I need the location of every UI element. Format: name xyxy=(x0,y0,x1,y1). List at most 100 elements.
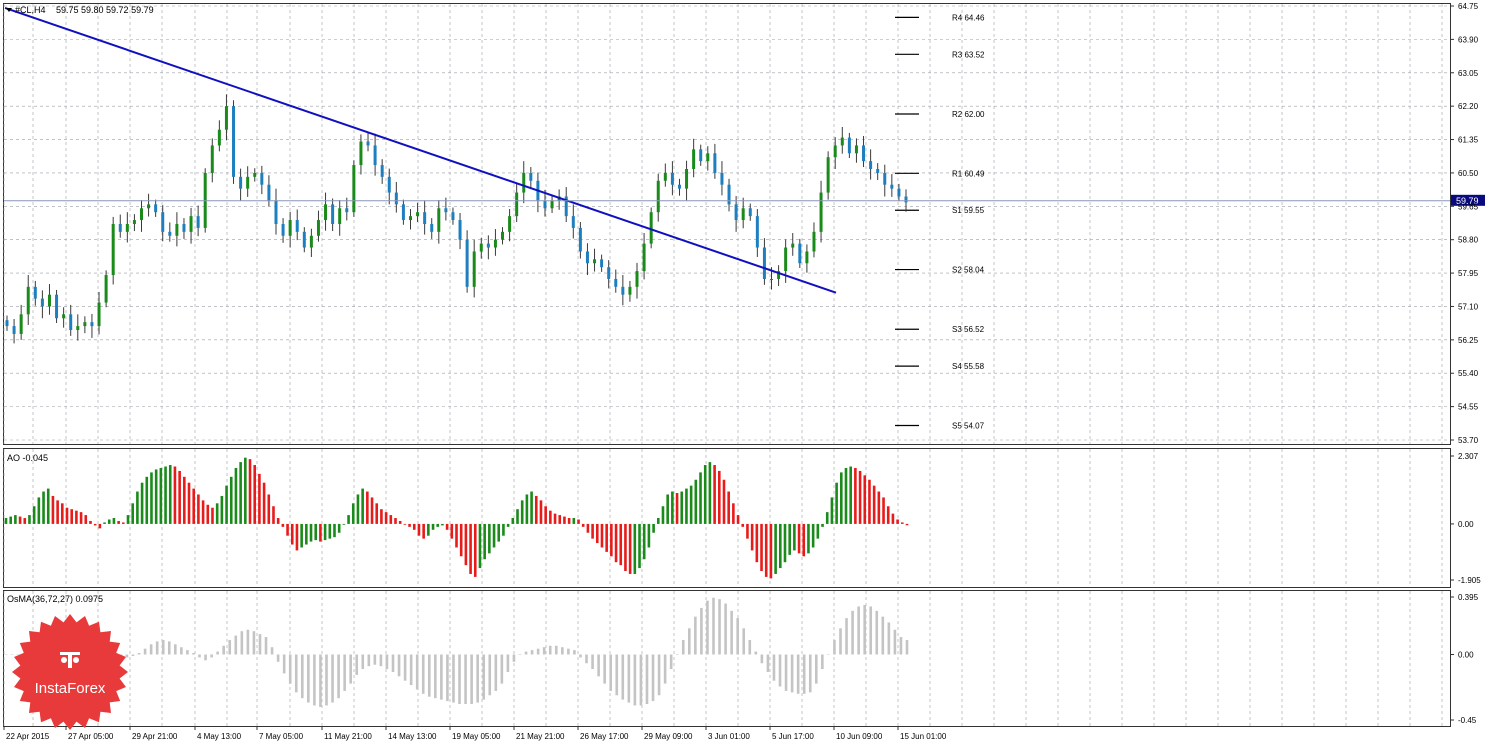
ao-bar-up xyxy=(516,509,519,524)
candle-bear xyxy=(847,137,851,154)
osma-bar xyxy=(367,654,371,667)
candle-bull xyxy=(635,271,639,287)
osma-bar xyxy=(633,654,637,706)
osma-bar xyxy=(228,639,232,655)
candle-bear xyxy=(154,204,158,213)
ao-bar-down xyxy=(586,523,590,533)
ao-bar-up xyxy=(333,523,336,538)
ao-bar-up xyxy=(661,506,665,524)
ao-bar-up xyxy=(239,462,242,524)
osma-bar xyxy=(802,654,806,694)
osma-bar xyxy=(434,654,437,699)
ao-bar-down xyxy=(736,515,740,524)
candle-bull xyxy=(83,322,87,327)
candle-bear xyxy=(33,286,37,299)
osma-bar xyxy=(742,628,746,655)
ao-bar-up xyxy=(699,472,702,524)
candle-bull xyxy=(819,192,823,232)
ao-bar-up xyxy=(778,523,782,569)
ao-bar-down xyxy=(51,495,55,524)
ao-bar-down xyxy=(183,476,186,524)
osma-bar xyxy=(4,654,8,655)
ao-bar-up xyxy=(309,523,313,542)
osma-bar xyxy=(694,616,697,655)
ao-bar-up xyxy=(131,503,135,524)
osma-bar xyxy=(857,606,860,655)
price-tick-label: 60.50 xyxy=(1458,169,1479,178)
candle-bear xyxy=(458,220,462,240)
candle-bull xyxy=(550,200,554,209)
osma-bar xyxy=(210,654,213,658)
candle-bull xyxy=(515,192,519,217)
price-axis: 64.75 63.90 63.05 62.20 61.35 60.50 59.65 58.80… xyxy=(1450,2,1479,445)
ao-bar-down xyxy=(84,515,88,524)
time-tick-label: 7 May 05:00 xyxy=(259,732,304,741)
ao-bar-down xyxy=(717,470,721,524)
candle-bull xyxy=(111,223,115,276)
ao-bar-down xyxy=(595,523,599,544)
ao-bar-down xyxy=(403,523,407,525)
osma-bar xyxy=(881,616,885,655)
candle-bull xyxy=(324,204,328,221)
osma-bar xyxy=(458,654,461,704)
ao-bar-down xyxy=(417,523,421,536)
osma-bar xyxy=(252,631,256,655)
time-tick-label: 5 Jun 17:00 xyxy=(772,732,814,741)
osma-bar xyxy=(863,605,866,655)
osma-bar xyxy=(415,654,419,690)
ao-bar-down xyxy=(18,516,22,524)
candle-bull xyxy=(741,208,745,221)
time-tick-label: 3 Jun 01:00 xyxy=(708,732,750,741)
osma-bar xyxy=(627,654,631,703)
time-tick-label: 27 Apr 05:00 xyxy=(68,732,114,741)
candle-bull xyxy=(316,220,320,236)
osma-bar xyxy=(276,654,280,662)
ao-bar-down xyxy=(877,491,881,524)
osma-bar xyxy=(706,600,709,655)
ao-bar-down xyxy=(389,515,393,524)
candle-bear xyxy=(366,141,370,146)
osma-bar xyxy=(246,629,250,655)
candle-bear xyxy=(465,239,469,287)
ao-bar-down xyxy=(624,523,627,572)
osma-bar xyxy=(833,639,836,655)
ao-bar-up xyxy=(14,515,17,524)
ao-bar-down xyxy=(760,523,763,572)
ao-bar-down xyxy=(178,470,181,524)
ao-bar-down xyxy=(61,503,64,524)
ao-bar-up xyxy=(220,495,224,524)
ao-bar-down xyxy=(56,500,59,524)
ao-bar-down xyxy=(89,520,92,524)
ao-bar-down xyxy=(722,479,726,524)
osma-bar xyxy=(790,654,794,693)
ao-bar-up xyxy=(356,494,360,524)
ao-bar-down xyxy=(872,485,876,524)
osma-bar xyxy=(397,654,401,677)
osma-bar xyxy=(875,610,879,655)
ao-bar-down xyxy=(882,497,885,524)
candle-bear xyxy=(600,259,604,268)
price-tick-label: 57.95 xyxy=(1458,269,1479,278)
osma-bar xyxy=(784,654,788,691)
ao-bar-down xyxy=(764,523,768,577)
candle-bear xyxy=(904,196,908,203)
osma-bar xyxy=(905,639,909,655)
candle-bear xyxy=(182,223,186,232)
candle-bull xyxy=(224,106,228,130)
ao-bar-down xyxy=(553,513,557,524)
osma-bar xyxy=(355,654,359,675)
ao-bar-up xyxy=(671,491,674,524)
osma-bar xyxy=(222,645,225,655)
ao-bar-down xyxy=(380,509,383,524)
ao-bar-down xyxy=(610,523,613,557)
ao-tick-label: 2.307 xyxy=(1458,452,1479,461)
osma-tick-label: 0.395 xyxy=(1458,593,1479,602)
osma-bar xyxy=(258,634,262,655)
osma-bar xyxy=(657,654,661,696)
candle-bull xyxy=(189,216,193,232)
candle-bear xyxy=(890,184,894,189)
ao-bar-down xyxy=(253,465,257,524)
ao-bar-up xyxy=(42,491,45,524)
candle-bear xyxy=(161,212,165,232)
ao-bar-up xyxy=(821,523,824,527)
